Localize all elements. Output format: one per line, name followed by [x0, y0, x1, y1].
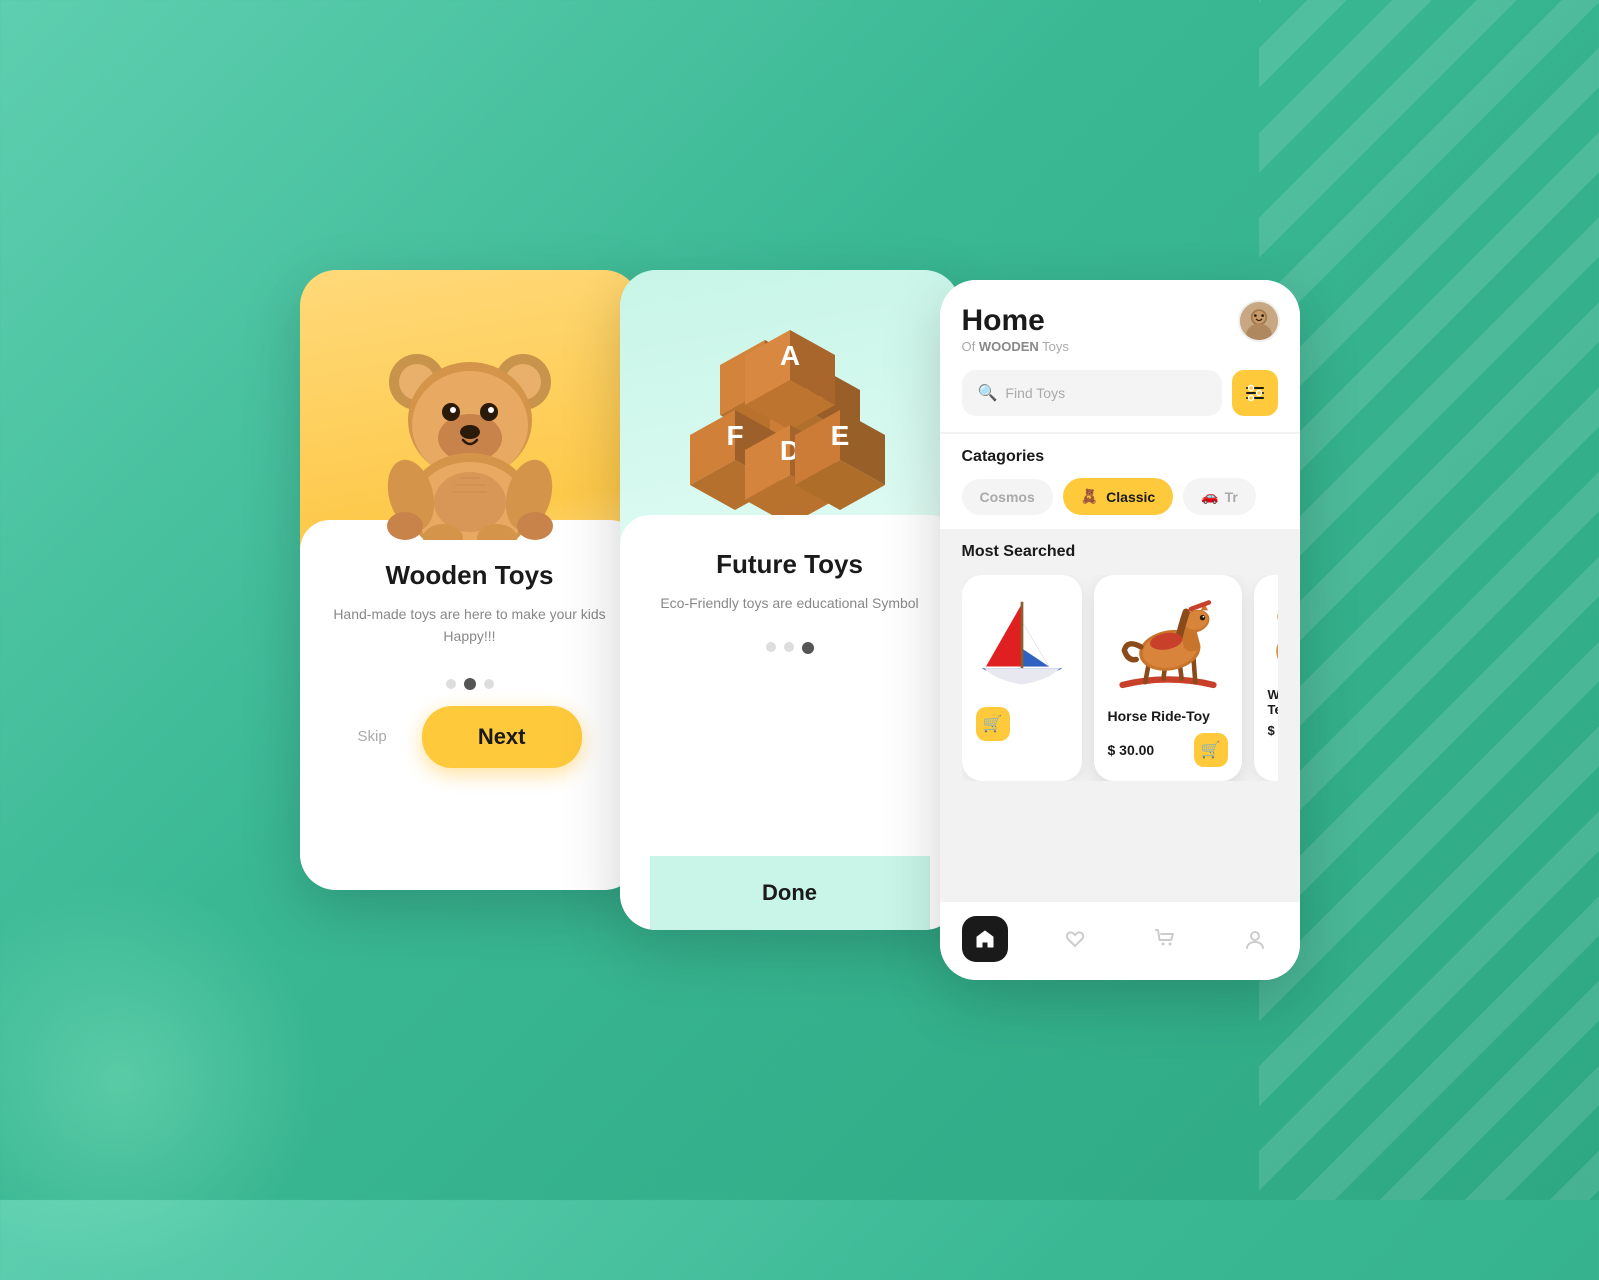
- s2-dot-2: [784, 642, 794, 652]
- heart-icon: [1064, 928, 1086, 950]
- search-icon: 🔍: [978, 383, 998, 403]
- cart-icon-wrap: [1142, 916, 1188, 962]
- sailboat-cart-button[interactable]: 🛒: [976, 707, 1010, 741]
- teddy-image: [1268, 589, 1278, 679]
- nav-profile[interactable]: [1232, 916, 1278, 962]
- transport-icon: 🚗: [1201, 488, 1218, 505]
- screen1-dots: [446, 678, 494, 690]
- home-title: Home: [962, 304, 1278, 337]
- screen2-content-area: Future Toys Eco-Friendly toys are educat…: [620, 515, 960, 930]
- filter-icon: [1245, 383, 1265, 403]
- svg-text:F: F: [726, 420, 743, 451]
- transport-label: Tr: [1225, 489, 1238, 505]
- horse-price: $ 30.00: [1108, 742, 1155, 758]
- done-button[interactable]: Done: [650, 856, 930, 930]
- nav-favorites[interactable]: [1052, 916, 1098, 962]
- teddy-name: Wooden Teddy: [1268, 687, 1278, 717]
- filter-button[interactable]: [1232, 370, 1278, 416]
- heart-icon-wrap: [1052, 916, 1098, 962]
- dot-3: [484, 679, 494, 689]
- s2-dot-1: [766, 642, 776, 652]
- product-card-horse: Horse Ride-Toy $ 30.00 🛒: [1094, 575, 1242, 781]
- horse-image: [1108, 589, 1228, 699]
- s2-dot-3-active: [802, 642, 814, 654]
- sailboat-price-row: 🛒: [976, 707, 1068, 741]
- screen3-home: Home Of WOODEN Toys 🔍 Find Toys: [940, 280, 1300, 980]
- home-icon-wrap: [962, 916, 1008, 962]
- cart-icon: [1154, 928, 1176, 950]
- categories-section: Catagories Cosmos 🧸 Classic 🚗 Tr: [940, 434, 1300, 529]
- screen1-content-area: Wooden Toys Hand-made toys are here to m…: [300, 520, 640, 890]
- skip-button[interactable]: Skip: [358, 728, 387, 745]
- classic-label: Classic: [1106, 489, 1155, 505]
- screen1-title: Wooden Toys: [385, 560, 553, 591]
- home-header: Home Of WOODEN Toys 🔍 Find Toys: [940, 280, 1300, 432]
- horse-cart-button[interactable]: 🛒: [1194, 733, 1228, 767]
- screen2-dots: [766, 642, 814, 654]
- horse-name: Horse Ride-Toy: [1108, 707, 1228, 725]
- next-button[interactable]: Next: [422, 706, 582, 768]
- home-icon: [974, 928, 996, 950]
- product-card-teddy: Wooden Teddy $ 35.00: [1254, 575, 1278, 781]
- screen1-bottom-actions: Skip Next: [330, 690, 610, 796]
- blocks-illustration: B C A: [680, 325, 900, 525]
- sailboat-image: [976, 589, 1068, 699]
- bear-illustration: [365, 330, 575, 540]
- svg-text:A: A: [779, 340, 799, 371]
- categories-row: Cosmos 🧸 Classic 🚗 Tr: [962, 478, 1278, 515]
- background-stripes: [1259, 0, 1599, 1200]
- screen2-future-toys: B C A: [620, 270, 960, 930]
- product-card-sailboat: 🛒: [962, 575, 1082, 781]
- search-bar-container[interactable]: 🔍 Find Toys: [962, 370, 1222, 416]
- search-row: 🔍 Find Toys: [962, 370, 1278, 416]
- home-subtitle: Of WOODEN Toys: [962, 339, 1278, 354]
- screen2-title: Future Toys: [716, 549, 863, 580]
- products-row: 🛒: [962, 575, 1278, 781]
- horse-price-row: $ 30.00 🛒: [1108, 733, 1228, 767]
- screen2-description: Eco-Friendly toys are educational Symbol: [660, 592, 918, 614]
- most-searched-section: Most Searched: [940, 529, 1300, 902]
- dot-2-active: [464, 678, 476, 690]
- screens-container: Wooden Toys Hand-made toys are here to m…: [300, 270, 1300, 930]
- most-searched-label: Most Searched: [962, 543, 1278, 561]
- user-icon: [1244, 928, 1266, 950]
- teddy-price: $ 35.00: [1268, 723, 1278, 738]
- avatar[interactable]: [1238, 300, 1280, 342]
- dot-1: [446, 679, 456, 689]
- category-classic[interactable]: 🧸 Classic: [1063, 478, 1173, 515]
- screen1-wooden-toys: Wooden Toys Hand-made toys are here to m…: [300, 270, 640, 890]
- bottom-navigation: [940, 902, 1300, 980]
- category-transport[interactable]: 🚗 Tr: [1183, 478, 1256, 515]
- search-placeholder: Find Toys: [1005, 385, 1065, 401]
- category-cosmos[interactable]: Cosmos: [962, 479, 1053, 515]
- categories-label: Catagories: [962, 448, 1278, 466]
- classic-bear-icon: 🧸: [1081, 488, 1098, 505]
- nav-cart[interactable]: [1142, 916, 1188, 962]
- profile-icon-wrap: [1232, 916, 1278, 962]
- background-glow: [0, 880, 320, 1280]
- screen1-description: Hand-made toys are here to make your kid…: [330, 603, 610, 648]
- nav-home[interactable]: [962, 916, 1008, 962]
- svg-text:E: E: [830, 420, 849, 451]
